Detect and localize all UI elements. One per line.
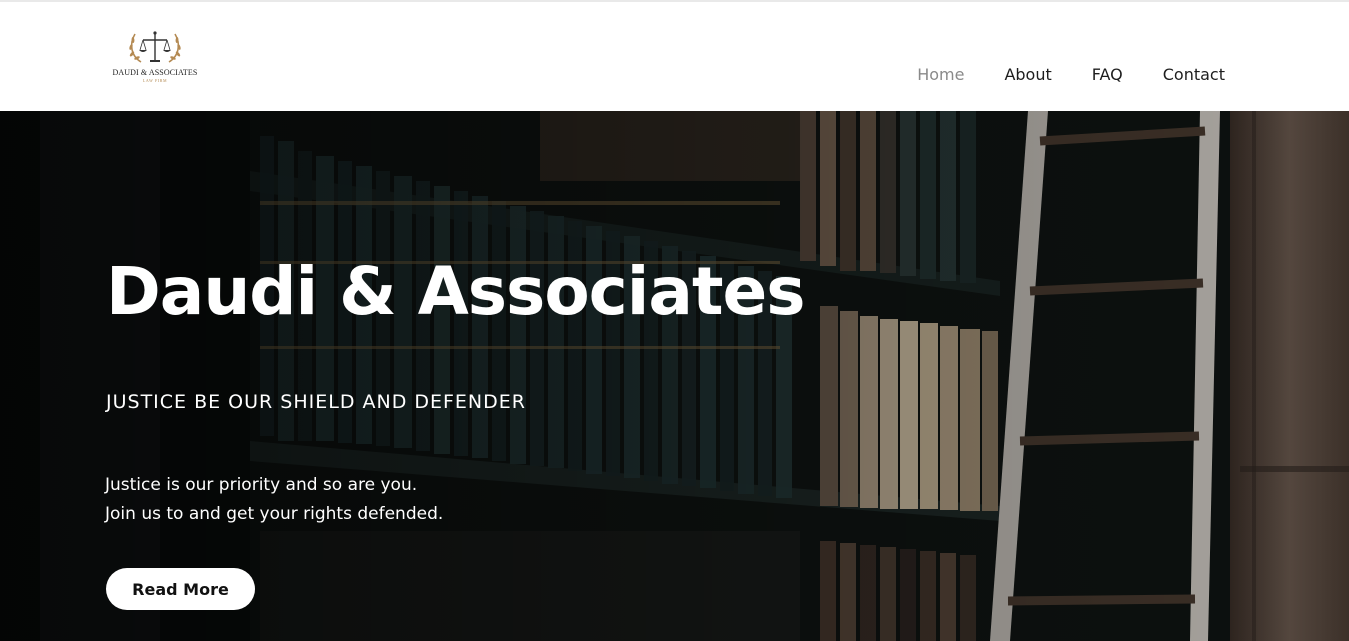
main-nav: Home About FAQ Contact xyxy=(917,64,1225,86)
scales-of-justice-icon xyxy=(129,31,181,63)
hero-text-line: Justice is our priority and so are you. xyxy=(105,475,418,495)
nav-contact[interactable]: Contact xyxy=(1163,64,1225,86)
hero-section: Daudi & Associates JUSTICE BE OUR SHIELD… xyxy=(0,111,1349,641)
nav-about[interactable]: About xyxy=(1004,64,1051,86)
nav-faq[interactable]: FAQ xyxy=(1092,64,1123,86)
site-header: DAUDI & ASSOCIATES LAW FIRM Home About F… xyxy=(0,2,1349,111)
hero-tagline: JUSTICE BE OUR SHIELD AND DEFENDER xyxy=(106,391,526,413)
nav-home[interactable]: Home xyxy=(917,64,964,86)
logo-title: DAUDI & ASSOCIATES xyxy=(112,68,198,77)
hero-text-line: Join us to and get your rights defended. xyxy=(105,504,444,524)
library-bookshelf-background xyxy=(0,111,1349,641)
read-more-button[interactable]: Read More xyxy=(106,568,255,610)
hero-description: Justice is our priority and so are you. … xyxy=(105,471,443,529)
logo-subtitle: LAW FIRM xyxy=(142,78,168,83)
hero-title: Daudi & Associates xyxy=(106,253,806,330)
logo[interactable]: DAUDI & ASSOCIATES LAW FIRM xyxy=(112,28,198,86)
